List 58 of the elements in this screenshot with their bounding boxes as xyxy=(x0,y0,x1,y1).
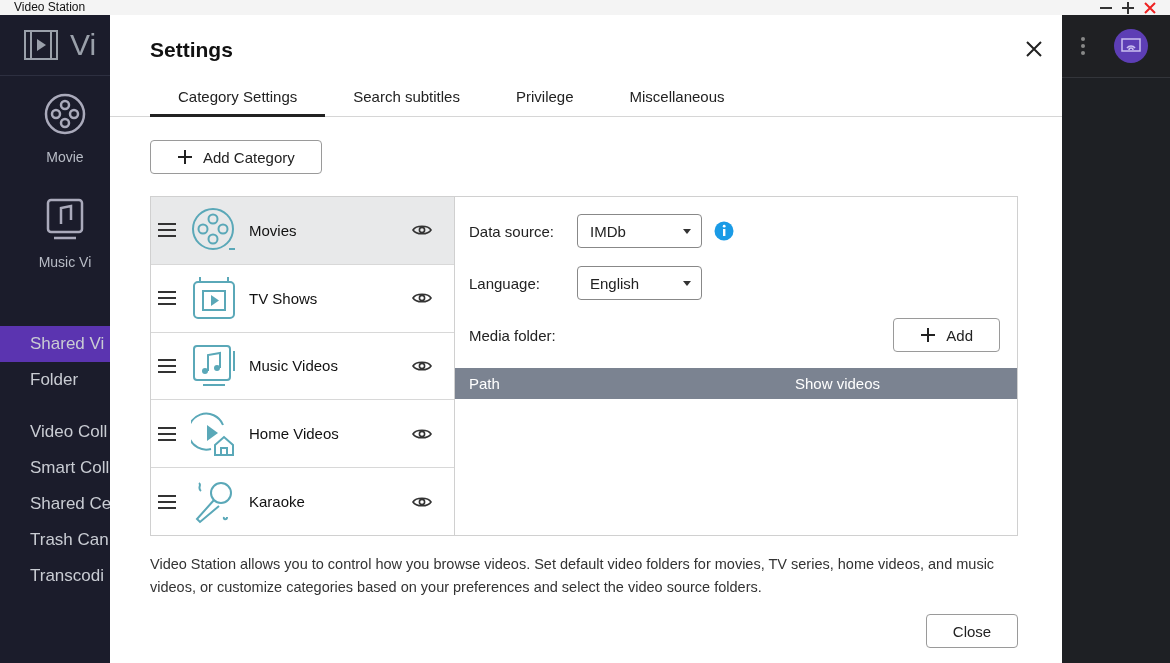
column-header: Show videos xyxy=(795,375,881,392)
column-header: Path xyxy=(469,375,501,392)
drag-handle-icon[interactable] xyxy=(157,358,177,374)
field-label: Language: xyxy=(469,274,541,292)
eye-icon[interactable] xyxy=(412,426,432,441)
language-dropdown[interactable]: English xyxy=(577,266,702,300)
app-title: Vi xyxy=(70,28,97,62)
window-title: Video Station xyxy=(14,0,86,15)
tab[interactable]: Search subtitles xyxy=(325,87,488,117)
description-text: Video Station allows you to control how you browse videos. Set default video folders for movies, TV series, home videos, and music videos, or customize categories based on your preferences and select the video source folders. xyxy=(150,555,996,597)
close-icon xyxy=(1026,40,1042,57)
sidebar-item[interactable]: Trash Can xyxy=(0,522,110,558)
plus-icon xyxy=(177,149,193,165)
plus-icon xyxy=(920,327,937,343)
cast-button[interactable] xyxy=(1114,29,1148,63)
tab[interactable]: Category Settings xyxy=(150,87,326,117)
close-icon[interactable] xyxy=(1144,1,1156,14)
sidebar-item[interactable]: Video Coll xyxy=(0,414,110,450)
category-label: Movies xyxy=(249,221,298,239)
add-button[interactable]: Add xyxy=(893,318,1000,352)
drag-handle-icon[interactable] xyxy=(157,290,177,307)
maximize-icon[interactable] xyxy=(1122,1,1134,14)
data-source-dropdown[interactable]: IMDb xyxy=(577,214,702,248)
home-video-icon xyxy=(191,410,237,457)
eye-icon[interactable] xyxy=(412,223,432,238)
more-icon[interactable] xyxy=(1080,36,1086,56)
category-label: Home Videos xyxy=(249,425,340,443)
eye-icon[interactable] xyxy=(412,494,432,509)
film-icon xyxy=(24,30,58,60)
info-icon[interactable] xyxy=(714,221,734,241)
tab[interactable]: Privilege xyxy=(487,87,602,117)
drag-handle-icon[interactable] xyxy=(157,425,177,442)
category-label: TV Shows xyxy=(249,289,319,307)
close-dialog-button[interactable]: Close xyxy=(926,614,1018,648)
field-label: Data source: xyxy=(469,222,556,240)
sidebar-item[interactable]: Smart Coll xyxy=(0,450,110,486)
caret-icon xyxy=(683,280,691,286)
add-category-button[interactable]: Add Category xyxy=(150,140,322,174)
sidebar-item[interactable]: Shared Ce xyxy=(0,486,110,522)
nav-tile-label[interactable]: Movie xyxy=(46,148,84,165)
category-label: Music Videos xyxy=(249,357,339,375)
category-row[interactable]: Movies xyxy=(151,197,454,265)
category-label: Karaoke xyxy=(249,493,306,511)
eye-icon[interactable] xyxy=(412,359,432,373)
tv-icon xyxy=(191,275,237,322)
eye-icon[interactable] xyxy=(412,291,432,306)
cast-icon xyxy=(1121,38,1141,54)
sidebar-item[interactable]: Folder xyxy=(0,362,110,398)
caret-icon xyxy=(683,228,691,234)
tab[interactable]: Miscellaneous xyxy=(601,87,753,117)
sidebar-item[interactable]: Shared Vi xyxy=(0,326,110,362)
drag-handle-icon[interactable] xyxy=(157,493,177,510)
field-label: Media folder: xyxy=(469,326,557,344)
dialog-title: Settings xyxy=(150,38,233,62)
drag-handle-icon[interactable] xyxy=(157,222,177,239)
sidebar-item[interactable]: Transcodi xyxy=(0,558,110,594)
nav-tile-label[interactable]: Music Vi xyxy=(38,253,92,270)
film-reel-icon[interactable] xyxy=(44,92,86,135)
